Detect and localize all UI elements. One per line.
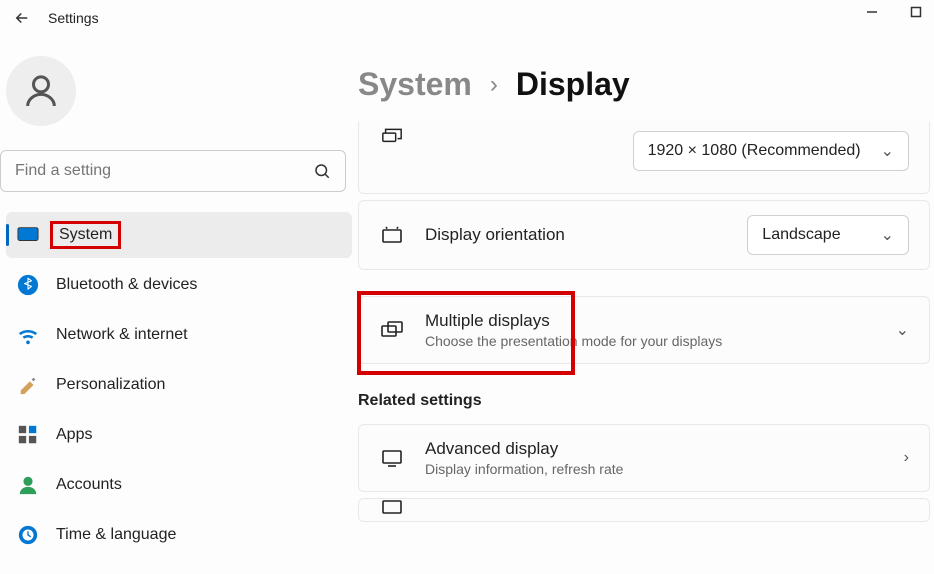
- avatar[interactable]: [6, 56, 76, 126]
- app-title: Settings: [48, 10, 99, 26]
- monitor-icon: [379, 445, 405, 471]
- sidebar-item-apps[interactable]: Apps: [6, 412, 352, 458]
- sidebar-item-accounts[interactable]: Accounts: [6, 462, 352, 508]
- multiple-displays-title: Multiple displays: [425, 311, 876, 331]
- bluetooth-icon: [16, 273, 40, 297]
- advanced-display-sub: Display information, refresh rate: [425, 461, 884, 477]
- chevron-down-icon: ⌄: [896, 320, 909, 340]
- search-icon: [313, 162, 331, 180]
- sidebar-item-label: Personalization: [56, 376, 165, 394]
- chevron-down-icon: ⌄: [881, 225, 894, 245]
- sidebar-item-bluetooth[interactable]: Bluetooth & devices: [6, 262, 352, 308]
- resolution-dropdown[interactable]: 1920 × 1080 (Recommended) ⌄: [633, 131, 909, 171]
- orientation-icon: [379, 222, 405, 248]
- orientation-dropdown[interactable]: Landscape ⌄: [747, 215, 909, 255]
- sidebar-item-label: Apps: [56, 426, 92, 444]
- breadcrumb-current: Display: [516, 66, 630, 103]
- chevron-right-icon: ›: [490, 71, 498, 99]
- multiple-displays-sub: Choose the presentation mode for your di…: [425, 333, 876, 349]
- sidebar-item-label: Network & internet: [56, 326, 188, 344]
- wifi-icon: [16, 323, 40, 347]
- minimize-button[interactable]: [862, 2, 882, 22]
- sidebar: System Bluetooth & devices Network & int…: [0, 36, 358, 574]
- sidebar-item-network[interactable]: Network & internet: [6, 312, 352, 358]
- orientation-value: Landscape: [762, 226, 840, 244]
- partial-setting[interactable]: [358, 498, 930, 522]
- breadcrumb-parent[interactable]: System: [358, 66, 472, 103]
- sidebar-item-label: Accounts: [56, 476, 122, 494]
- advanced-display-setting[interactable]: Advanced display Display information, re…: [358, 424, 930, 492]
- resolution-icon: [379, 121, 405, 147]
- orientation-setting[interactable]: Display orientation Landscape ⌄: [358, 200, 930, 270]
- apps-icon: [16, 423, 40, 447]
- resolution-value: 1920 × 1080 (Recommended): [648, 142, 861, 160]
- brush-icon: [16, 373, 40, 397]
- sidebar-item-time-language[interactable]: Time & language: [6, 512, 352, 558]
- multiple-displays-icon: [379, 317, 405, 343]
- multiple-displays-setting[interactable]: Multiple displays Choose the presentatio…: [358, 296, 930, 364]
- sidebar-item-label: Bluetooth & devices: [56, 276, 197, 294]
- breadcrumb: System › Display: [358, 36, 930, 121]
- resolution-setting[interactable]: 1920 × 1080 (Recommended) ⌄: [358, 121, 930, 194]
- orientation-title: Display orientation: [425, 225, 727, 245]
- back-button[interactable]: [8, 4, 36, 32]
- maximize-button[interactable]: [906, 2, 926, 22]
- chevron-down-icon: ⌄: [881, 141, 894, 161]
- clock-globe-icon: [16, 523, 40, 547]
- main-content: System › Display 1920 × 1080 (Recommende…: [358, 36, 934, 574]
- system-icon: [16, 223, 40, 247]
- sidebar-item-label: Time & language: [56, 526, 176, 544]
- sidebar-item-system[interactable]: System: [6, 212, 352, 258]
- graphics-icon: [379, 498, 405, 520]
- chevron-right-icon: ›: [904, 449, 909, 467]
- search-input[interactable]: [0, 150, 346, 192]
- related-settings-heading: Related settings: [358, 392, 930, 410]
- search-field[interactable]: [15, 162, 313, 180]
- sidebar-item-personalization[interactable]: Personalization: [6, 362, 352, 408]
- advanced-display-title: Advanced display: [425, 439, 884, 459]
- accounts-icon: [16, 473, 40, 497]
- sidebar-item-label: System: [50, 221, 121, 249]
